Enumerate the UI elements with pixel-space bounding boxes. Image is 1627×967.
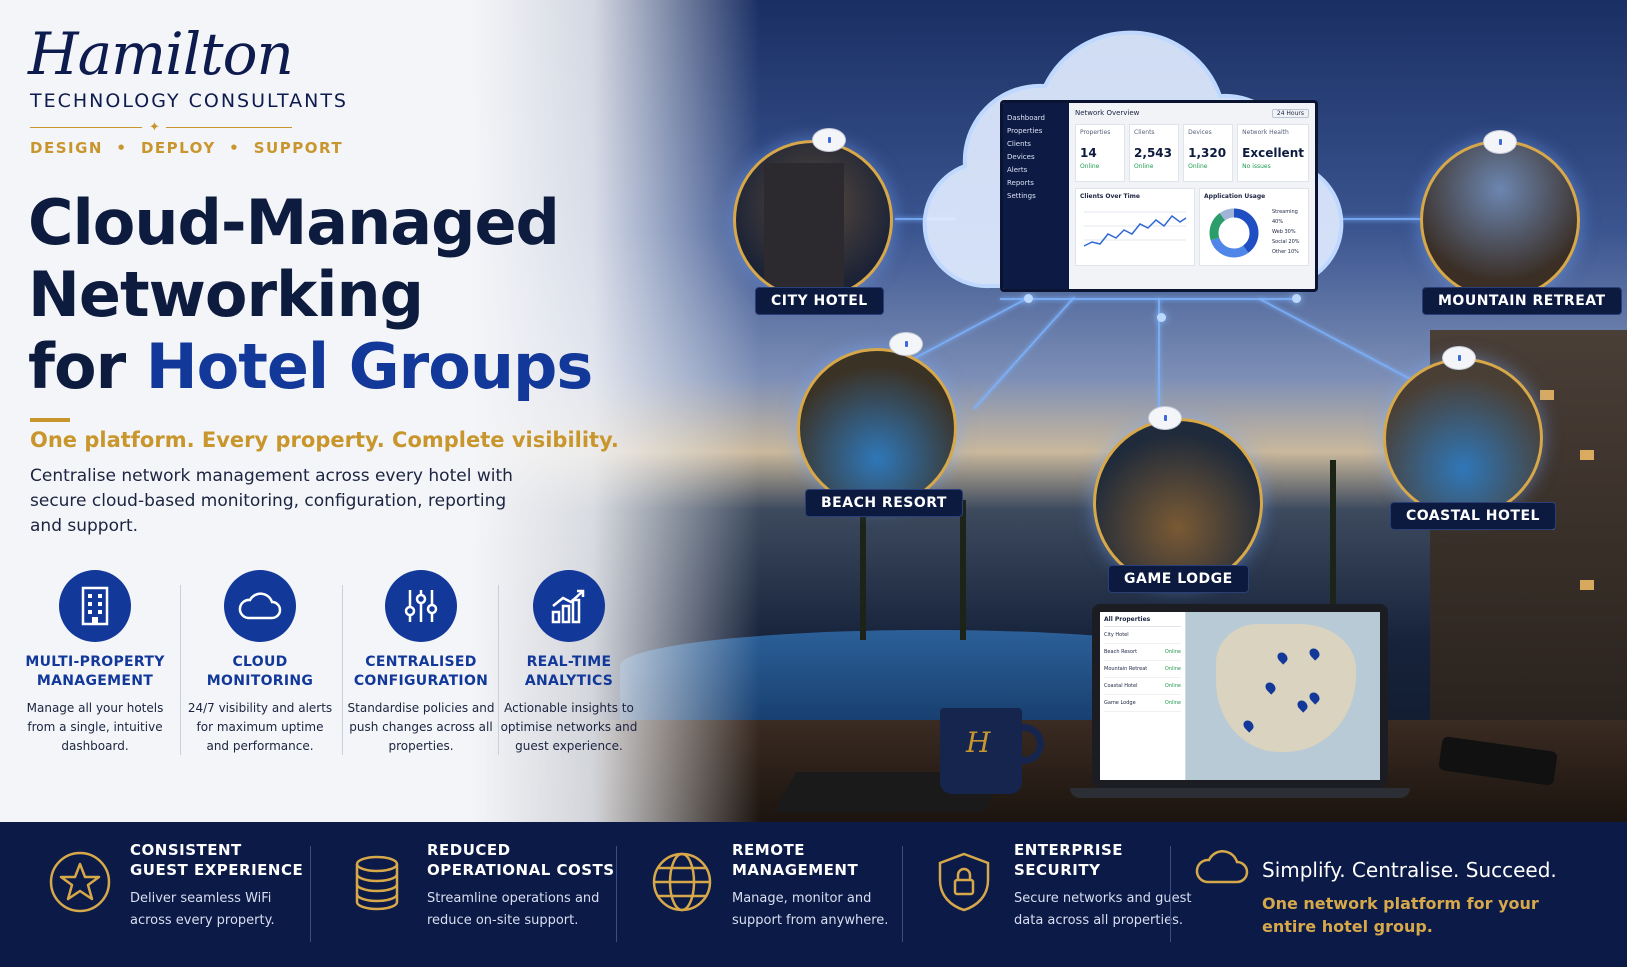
coffee-mug: H bbox=[940, 708, 1022, 794]
hero-section: Hamilton TECHNOLOGY CONSULTANTS ✦ DESIGN… bbox=[0, 0, 1627, 822]
brand-subtitle: TECHNOLOGY CONSULTANTS bbox=[30, 90, 348, 112]
laptop-base bbox=[1070, 788, 1410, 798]
list-item[interactable]: Beach Resort Online bbox=[1104, 644, 1181, 661]
network-link bbox=[1340, 218, 1420, 220]
globe-icon bbox=[650, 850, 714, 914]
nav-reports[interactable]: Reports bbox=[1007, 179, 1065, 187]
stat-card-properties: Properties 14 Online bbox=[1075, 124, 1126, 182]
list-item[interactable]: Game Lodge Online bbox=[1104, 695, 1181, 712]
brand-logo: Hamilton bbox=[28, 20, 294, 88]
nav-alerts[interactable]: Alerts bbox=[1007, 166, 1065, 174]
star-icon bbox=[48, 850, 112, 914]
property-list-header: All Properties bbox=[1104, 616, 1181, 627]
benefits-footer: CONSISTENT GUEST EXPERIENCE Deliver seaml… bbox=[0, 822, 1627, 967]
shield-lock-icon bbox=[932, 850, 996, 914]
property-map[interactable] bbox=[1186, 612, 1380, 780]
feature-centralised-configuration: CENTRALISED CONFIGURATION Standardise pol… bbox=[346, 570, 496, 756]
property-list: All Properties City Hotel Beach Resort On… bbox=[1100, 612, 1186, 780]
mug-logo: H bbox=[966, 726, 991, 759]
feature-divider bbox=[342, 585, 343, 755]
legend-web: Web 30% bbox=[1272, 229, 1296, 235]
footer-divider bbox=[616, 846, 617, 942]
footer-slogan: Simplify. Centralise. Succeed. bbox=[1262, 858, 1557, 882]
stat-card-devices: Devices 1,320 Online bbox=[1183, 124, 1234, 182]
list-item[interactable]: Coastal Hotel Online bbox=[1104, 678, 1181, 695]
clients-over-time-panel: Clients Over Time bbox=[1075, 188, 1195, 266]
network-node bbox=[1157, 313, 1166, 322]
access-point-icon bbox=[1148, 406, 1182, 430]
dashboard-title: Network Overview bbox=[1075, 109, 1140, 117]
stat-card-health: Network Health Excellent No issues bbox=[1237, 124, 1309, 182]
brand-tagline: DESIGN • DEPLOY • SUPPORT bbox=[30, 139, 344, 157]
access-point-icon bbox=[812, 128, 846, 152]
legend-social: Social 20% bbox=[1272, 239, 1300, 245]
coins-icon bbox=[345, 850, 409, 914]
network-link bbox=[1259, 298, 1419, 385]
page-title: Cloud-Managed Networking for Hotel Group… bbox=[28, 186, 593, 403]
network-link bbox=[973, 296, 1075, 410]
title-underline bbox=[30, 418, 70, 422]
nav-properties[interactable]: Properties bbox=[1007, 127, 1065, 135]
list-item[interactable]: City Hotel bbox=[1104, 627, 1181, 644]
nav-devices[interactable]: Devices bbox=[1007, 153, 1065, 161]
cloud-dashboard: Dashboard Properties Clients Devices Ale… bbox=[1000, 100, 1318, 292]
application-usage-donut bbox=[1209, 208, 1259, 258]
application-usage-panel: Application Usage Streaming 40% Web 30% … bbox=[1199, 188, 1309, 266]
hero-tagline: One platform. Every property. Complete v… bbox=[30, 428, 619, 452]
access-point-icon bbox=[889, 332, 923, 356]
nav-clients[interactable]: Clients bbox=[1007, 140, 1065, 148]
feature-divider bbox=[180, 585, 181, 755]
label-city-hotel: CITY HOTEL bbox=[755, 287, 884, 315]
clients-line-chart bbox=[1083, 211, 1187, 247]
hero-intro: Centralise network management across eve… bbox=[30, 466, 513, 536]
label-mountain-retreat: MOUNTAIN RETREAT bbox=[1422, 287, 1622, 315]
access-point-icon bbox=[1442, 346, 1476, 370]
label-beach-resort: BEACH RESORT bbox=[805, 489, 963, 517]
sliders-icon bbox=[385, 570, 457, 642]
application-usage-legend: Streaming 40% Web 30% Social 20% Other 1… bbox=[1272, 207, 1308, 257]
cloud-icon bbox=[1194, 848, 1250, 890]
diamond-icon: ✦ bbox=[149, 120, 160, 135]
logo-divider bbox=[30, 127, 142, 128]
feature-real-time-analytics: REAL-TIME ANALYTICS Actionable insights t… bbox=[494, 570, 644, 756]
chart-icon bbox=[533, 570, 605, 642]
time-range-select[interactable]: 24 Hours bbox=[1271, 109, 1309, 118]
label-coastal-hotel: COASTAL HOTEL bbox=[1390, 502, 1556, 530]
legend-streaming: Streaming 40% bbox=[1272, 209, 1298, 225]
map-landmass bbox=[1216, 624, 1356, 752]
footer-slogan-sub: One network platform for your entire hote… bbox=[1262, 894, 1539, 936]
cloud-icon bbox=[224, 570, 296, 642]
palm-tree bbox=[960, 500, 966, 640]
laptop-screen: All Properties City Hotel Beach Resort On… bbox=[1100, 612, 1380, 780]
network-link bbox=[1000, 298, 1300, 300]
dashboard-sidebar: Dashboard Properties Clients Devices Ale… bbox=[1003, 103, 1069, 289]
building-icon bbox=[59, 570, 131, 642]
list-item[interactable]: Mountain Retreat Online bbox=[1104, 661, 1181, 678]
access-point-icon bbox=[1483, 130, 1517, 154]
beach-resort-image bbox=[797, 348, 957, 508]
footer-divider bbox=[310, 846, 311, 942]
feature-multi-property: MULTI-PROPERTY MANAGEMENT Manage all your… bbox=[20, 570, 170, 756]
laptop: All Properties City Hotel Beach Resort On… bbox=[1092, 604, 1388, 788]
footer-divider bbox=[902, 846, 903, 942]
city-hotel-image bbox=[733, 140, 893, 300]
footer-divider bbox=[1170, 846, 1171, 942]
nav-settings[interactable]: Settings bbox=[1007, 192, 1065, 200]
label-game-lodge: GAME LODGE bbox=[1108, 565, 1249, 593]
mountain-retreat-image bbox=[1420, 140, 1580, 300]
stat-card-clients: Clients 2,543 Online bbox=[1129, 124, 1180, 182]
logo-divider bbox=[166, 127, 292, 128]
legend-other: Other 10% bbox=[1272, 249, 1299, 255]
nav-dashboard[interactable]: Dashboard bbox=[1007, 114, 1065, 122]
feature-cloud-monitoring: CLOUD MONITORING 24/7 visibility and aler… bbox=[185, 570, 335, 756]
game-lodge-image bbox=[1093, 418, 1263, 588]
coastal-hotel-image bbox=[1383, 358, 1543, 518]
